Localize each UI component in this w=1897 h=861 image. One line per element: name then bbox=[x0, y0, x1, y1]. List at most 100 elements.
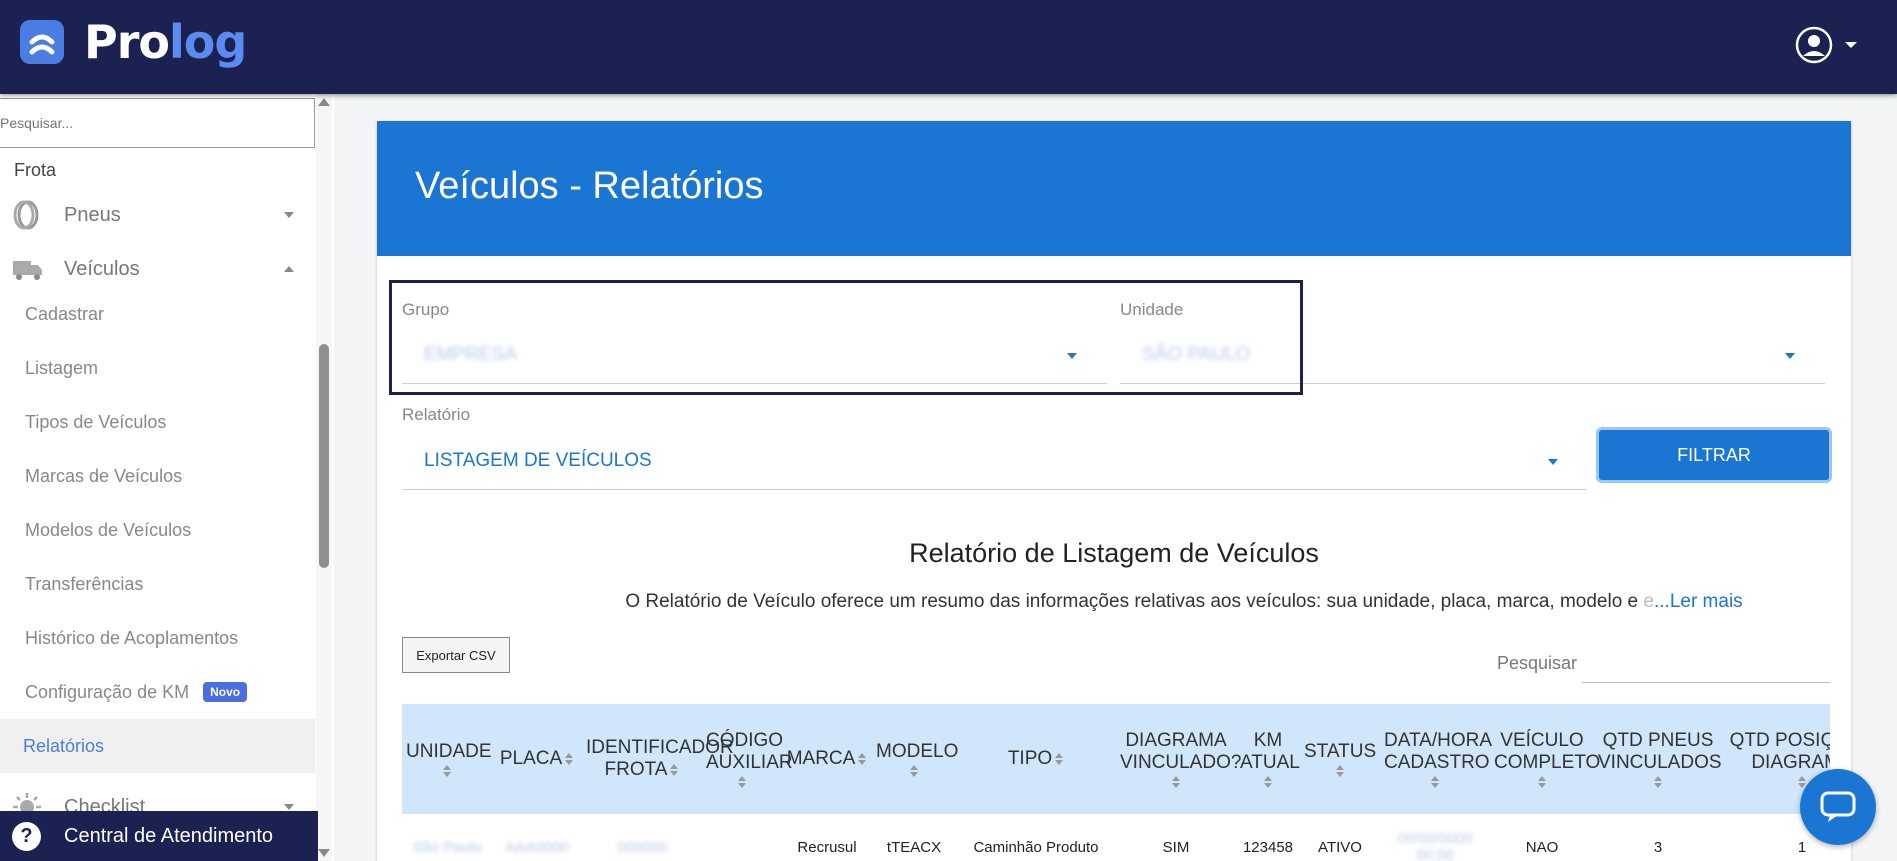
cell-placa: AAA0000 bbox=[505, 838, 569, 856]
column-header[interactable]: PLACA bbox=[492, 704, 582, 814]
field-underline bbox=[402, 489, 1587, 490]
column-header[interactable]: DATA/HORA CADASTRO bbox=[1380, 704, 1493, 814]
sidebar-search bbox=[0, 98, 315, 148]
sidebar-item-label: Relatórios bbox=[23, 735, 105, 756]
sort-icon bbox=[1537, 776, 1547, 788]
export-csv-button[interactable]: Exportar CSV bbox=[402, 637, 510, 673]
sidebar-item-label: Histórico de Acoplamentos bbox=[25, 627, 239, 648]
report-card: Veículos - Relatórios Grupo EMPRESA Unid… bbox=[377, 121, 1851, 861]
grupo-select[interactable]: Grupo EMPRESA bbox=[402, 300, 1107, 384]
top-bar: Prolog bbox=[0, 0, 1897, 94]
table-search-label: Pesquisar bbox=[1497, 653, 1578, 673]
unidade-value: SÃO PAULO bbox=[1142, 344, 1251, 365]
read-more-link[interactable]: ...Ler mais bbox=[1654, 591, 1743, 612]
sidebar-item-historico-acoplamentos[interactable]: Histórico de Acoplamentos bbox=[0, 611, 315, 665]
sort-icon bbox=[442, 765, 452, 777]
grupo-value: EMPRESA bbox=[424, 344, 517, 365]
column-header[interactable]: TIPO bbox=[956, 704, 1116, 814]
sort-icon bbox=[909, 765, 919, 777]
truck-icon bbox=[13, 261, 42, 280]
table-header-row: UNIDADE PLACA IDENTIFICADOR FROTA CÓDIGO… bbox=[402, 704, 1830, 814]
sort-icon bbox=[1430, 776, 1440, 788]
sort-icon bbox=[1054, 753, 1064, 765]
sort-icon bbox=[1263, 776, 1273, 788]
field-underline bbox=[402, 383, 1107, 384]
column-header-label: UNIDADE bbox=[406, 741, 492, 762]
column-header[interactable]: CÓDIGO AUXILIAR bbox=[702, 704, 793, 814]
relatorio-select[interactable]: Relatório LISTAGEM DE VEÍCULOS bbox=[402, 405, 1587, 490]
logo[interactable]: Prolog bbox=[20, 15, 247, 69]
chat-button[interactable] bbox=[1800, 769, 1876, 845]
column-header-label: KM ATUAL bbox=[1240, 730, 1300, 773]
sidebar-item-relatorios[interactable]: Relatórios bbox=[0, 719, 315, 773]
tire-icon bbox=[13, 200, 39, 230]
column-header[interactable]: STATUS bbox=[1300, 704, 1380, 814]
column-header[interactable]: DIAGRAMA VINCULADO? bbox=[1116, 704, 1241, 814]
section-label-frota: Frota bbox=[14, 160, 57, 180]
sidebar-item-label: Modelos de Veículos bbox=[25, 519, 192, 540]
sort-icon bbox=[564, 753, 574, 765]
sidebar-item-transferencias[interactable]: Transferências bbox=[0, 557, 315, 611]
sidebar-group-label: Pneus bbox=[64, 203, 121, 226]
scroll-up-arrow-icon[interactable] bbox=[318, 98, 330, 106]
table-row[interactable]: São Paulo AAA0000 000000 Recrusul tTEACX… bbox=[402, 814, 1830, 861]
column-header[interactable]: MARCA bbox=[782, 704, 872, 814]
chevron-down-icon bbox=[284, 212, 294, 218]
sidebar-item-modelos-veiculos[interactable]: Modelos de Veículos bbox=[0, 503, 315, 557]
scrollbar-thumb[interactable] bbox=[319, 344, 329, 568]
sidebar-item-listagem[interactable]: Listagem bbox=[0, 341, 315, 395]
column-header[interactable]: IDENTIFICADOR FROTA bbox=[582, 704, 734, 814]
cell-unidade: São Paulo bbox=[412, 838, 482, 856]
report-description: O Relatório de Veículo oferece um resumo… bbox=[377, 591, 1851, 613]
unidade-select[interactable]: Unidade SÃO PAULO bbox=[1120, 300, 1825, 384]
sidebar-item-cadastrar[interactable]: Cadastrar bbox=[0, 287, 315, 341]
column-header[interactable]: UNIDADE bbox=[402, 704, 492, 814]
column-header-label: MARCA bbox=[786, 748, 856, 769]
cell-status: ATIVO bbox=[1318, 838, 1362, 856]
sidebar-item-tipos-veiculos[interactable]: Tipos de Veículos bbox=[0, 395, 315, 449]
logo-mark-icon bbox=[20, 20, 64, 64]
chat-bubble-icon bbox=[1820, 791, 1856, 822]
chevron-down-icon bbox=[1785, 353, 1795, 359]
cell-tipo: Caminhão Produto bbox=[973, 838, 1099, 856]
filter-button[interactable]: FILTRAR bbox=[1599, 430, 1829, 480]
sort-icon bbox=[1653, 776, 1663, 788]
help-center-button[interactable]: ? Central de Atendimento bbox=[0, 811, 318, 861]
chevron-down-icon bbox=[1845, 42, 1857, 48]
sort-icon bbox=[1171, 776, 1181, 788]
sidebar-group-pneus[interactable]: Pneus bbox=[0, 190, 315, 240]
column-header-label: PLACA bbox=[499, 748, 563, 769]
column-header[interactable]: KM ATUAL bbox=[1236, 704, 1300, 814]
table-search-input[interactable] bbox=[1582, 643, 1830, 683]
user-avatar-icon bbox=[1795, 26, 1833, 64]
scroll-down-arrow-icon[interactable] bbox=[318, 849, 330, 857]
cell-identificador: 000000 bbox=[616, 838, 668, 856]
sidebar-scrollbar[interactable] bbox=[316, 94, 332, 861]
column-header[interactable]: MODELO bbox=[872, 704, 959, 814]
column-header-label: MODELO bbox=[876, 741, 959, 762]
report-description-text: O Relatório de Veículo oferece um resumo… bbox=[625, 591, 1644, 612]
sidebar-item-label: Transferências bbox=[25, 573, 144, 594]
cell-completo: NAO bbox=[1525, 838, 1559, 856]
sidebar-search-input[interactable] bbox=[0, 99, 314, 147]
sidebar-group-label: Veículos bbox=[64, 257, 140, 280]
column-header-label: TIPO bbox=[1007, 748, 1053, 769]
column-header-label: DATA/HORA CADASTRO bbox=[1384, 730, 1493, 773]
column-header[interactable]: VEÍCULO COMPLETO bbox=[1490, 704, 1600, 814]
sort-icon bbox=[737, 776, 747, 788]
sidebar-item-label: Cadastrar bbox=[25, 303, 105, 324]
sort-icon bbox=[857, 753, 867, 765]
sidebar-item-label: Tipos de Veículos bbox=[25, 411, 167, 432]
report-table: UNIDADE PLACA IDENTIFICADOR FROTA CÓDIGO… bbox=[402, 704, 1830, 861]
sidebar: Frota Pneus Veículos Cadastrar Listagem … bbox=[0, 94, 334, 861]
sidebar-item-configuracao-km[interactable]: Configuração de KM Novo bbox=[0, 665, 315, 719]
column-header[interactable]: QTD PNEUS VINCULADOS bbox=[1594, 704, 1722, 814]
cell-diagrama: SIM bbox=[1162, 838, 1190, 856]
sidebar-item-marcas-veiculos[interactable]: Marcas de Veículos bbox=[0, 449, 315, 503]
brand-name: Prolog bbox=[84, 15, 247, 69]
user-menu-button[interactable] bbox=[1795, 26, 1857, 64]
relatorio-label: Relatório bbox=[402, 405, 471, 424]
sidebar-item-label: Listagem bbox=[25, 357, 99, 378]
page-title: Veículos - Relatórios bbox=[415, 165, 764, 207]
card-header: Veículos - Relatórios bbox=[377, 121, 1851, 256]
